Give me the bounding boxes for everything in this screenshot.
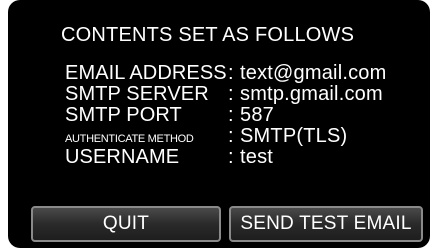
setting-value: 587 bbox=[240, 104, 274, 126]
setting-value: smtp.gmail.com bbox=[240, 83, 383, 105]
setting-separator: : bbox=[228, 104, 234, 126]
setting-row-email-address: EMAIL ADDRESS : text@gmail.com bbox=[65, 63, 386, 84]
settings-list: EMAIL ADDRESS : text@gmail.com SMTP SERV… bbox=[65, 63, 386, 168]
setting-label: SMTP SERVER bbox=[65, 83, 209, 105]
setting-label: EMAIL ADDRESS bbox=[65, 62, 227, 84]
setting-value: text@gmail.com bbox=[240, 62, 387, 84]
setting-separator: : bbox=[228, 146, 234, 168]
setting-row-username: USERNAME : test bbox=[65, 147, 386, 168]
send-test-email-button[interactable]: SEND TEST EMAIL bbox=[229, 206, 423, 242]
screen-heading: CONTENTS SET AS FOLLOWS bbox=[61, 24, 355, 46]
setting-value: test bbox=[240, 146, 274, 168]
setting-row-smtp-port: SMTP PORT : 587 bbox=[65, 105, 386, 126]
setting-label: USERNAME bbox=[65, 146, 180, 168]
confirmation-screen: CONTENTS SET AS FOLLOWS EMAIL ADDRESS : … bbox=[8, 0, 430, 248]
setting-separator: : bbox=[228, 62, 234, 84]
setting-label: SMTP PORT bbox=[65, 104, 182, 126]
setting-separator: : bbox=[228, 83, 234, 105]
setting-separator: : bbox=[228, 125, 234, 147]
setting-row-authenticate-method: AUTHENTICATE METHOD : SMTP(TLS) bbox=[65, 126, 386, 147]
setting-value: SMTP(TLS) bbox=[240, 125, 348, 147]
quit-button[interactable]: QUIT bbox=[31, 206, 221, 242]
setting-row-smtp-server: SMTP SERVER : smtp.gmail.com bbox=[65, 84, 386, 105]
